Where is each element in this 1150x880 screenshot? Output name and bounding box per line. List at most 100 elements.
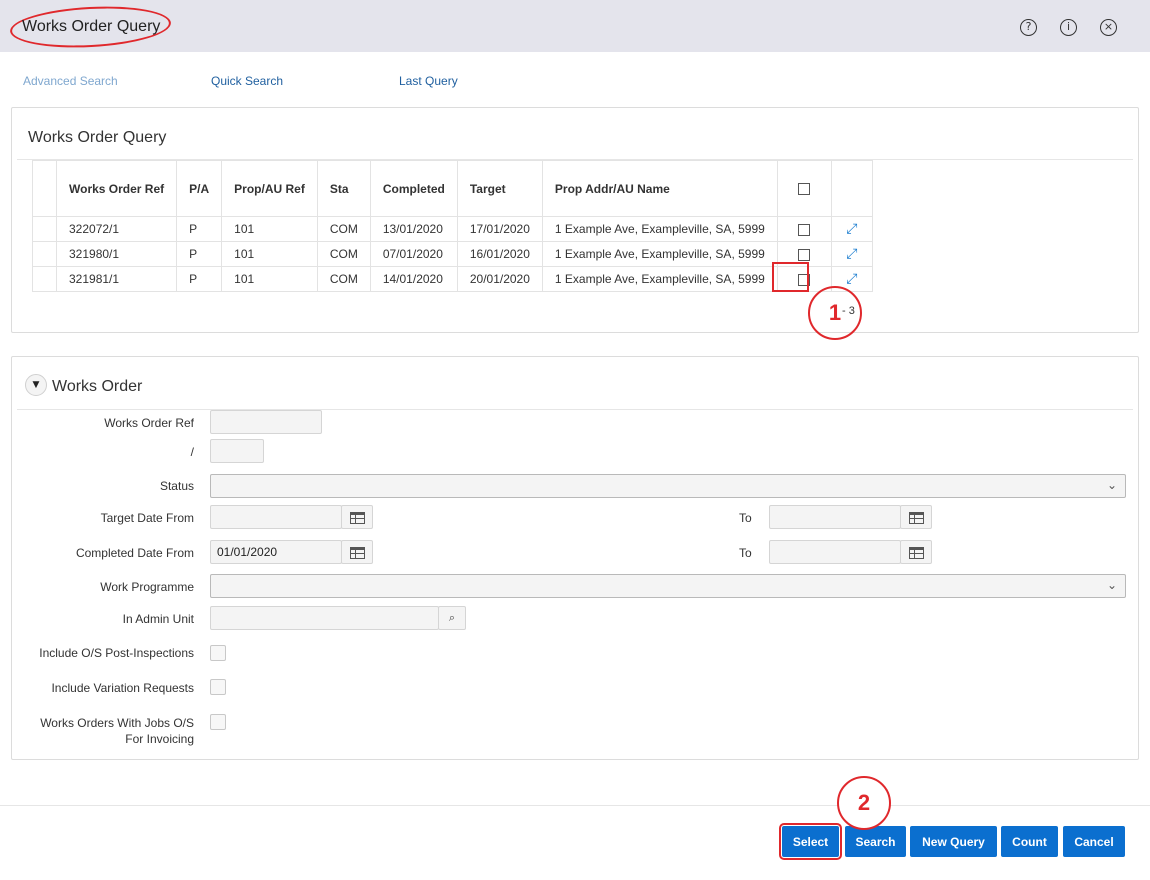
address-cell: 1 Example Ave, Exampleville, SA, 5999 (541, 216, 778, 242)
select-all-checkbox[interactable] (798, 183, 811, 196)
table-row[interactable]: 321980/1 P 101 COM 07/01/2020 16/01/2020… (32, 241, 873, 267)
results-title: Works Order Query (28, 129, 167, 146)
column-header[interactable]: Prop Addr/AU Name (541, 160, 778, 217)
admin-unit-lookup-button[interactable]: ⌕ (438, 606, 466, 630)
quick-search-link[interactable]: Quick Search (211, 74, 283, 88)
completed-date-from-label: Completed Date From (75, 546, 194, 560)
expand-icon[interactable]: ⤢ (846, 221, 857, 237)
column-header[interactable]: Works Order Ref (55, 160, 178, 217)
works-order-ref-input[interactable] (210, 410, 322, 434)
jobs-os-checkbox[interactable] (210, 714, 226, 730)
jobs-os-label: Works Orders With Jobs O/S (40, 716, 194, 730)
row-checkbox-cell (776, 216, 832, 242)
target-date-from-input[interactable] (210, 505, 342, 529)
jobs-os-label-line2: For Invoicing (125, 732, 194, 746)
chevron-down-icon: ⌄ (1106, 478, 1117, 492)
expand-icon[interactable]: ⤢ (846, 246, 857, 262)
expand-cell: ⤢ (830, 241, 873, 267)
completed-date-to-calendar-button[interactable] (900, 540, 932, 564)
pa-cell: P (176, 216, 223, 242)
suffix-input[interactable] (210, 439, 264, 463)
address-cell: 1 Example Ave, Exampleville, SA, 5999 (541, 266, 778, 292)
work-programme-label: Work Programme (100, 580, 194, 594)
results-table: Works Order Ref P/A Prop/AU Ref Sta Comp… (32, 160, 873, 292)
row-selector[interactable] (32, 266, 57, 292)
column-header[interactable]: Completed (369, 160, 458, 217)
lookup-icon: ⌕ (448, 611, 456, 624)
count-button[interactable]: Count (1001, 826, 1058, 857)
target-cell: 17/01/2020 (456, 216, 543, 242)
help-icon[interactable]: ? (1020, 19, 1037, 36)
target-to-label: To (739, 511, 752, 525)
row-checkbox[interactable] (798, 248, 811, 261)
chevron-down-icon: ⌄ (1106, 578, 1117, 592)
admin-unit-label: In Admin Unit (122, 612, 194, 626)
completed-cell: 14/01/2020 (369, 266, 458, 292)
work-programme-select[interactable]: ⌄ (210, 574, 1126, 598)
step1-annotation: 1 (808, 286, 862, 340)
include-os-checkbox[interactable] (210, 645, 226, 661)
column-header[interactable]: P/A (176, 160, 223, 217)
table-header-row: Works Order Ref P/A Prop/AU Ref Sta Comp… (32, 160, 873, 217)
new-query-button[interactable]: New Query (910, 826, 997, 857)
footer-divider (0, 805, 1150, 806)
works-order-ref-cell: 321981/1 (55, 266, 178, 292)
include-os-label: Include O/S Post-Inspections (39, 646, 194, 660)
target-date-to-calendar-button[interactable] (900, 505, 932, 529)
calendar-icon (350, 512, 365, 524)
step1-highlight-box (772, 262, 809, 292)
target-date-from-label: Target Date From (100, 511, 194, 525)
select-button[interactable]: Select (779, 823, 842, 860)
column-header[interactable]: Target (456, 160, 543, 217)
status-cell: COM (316, 216, 371, 242)
prop-ref-cell: 101 (221, 266, 318, 292)
status-label: Status (159, 479, 194, 493)
expand-icon[interactable]: ⤢ (846, 271, 857, 287)
column-header[interactable]: Prop/AU Ref (221, 160, 318, 217)
row-selector[interactable] (32, 241, 57, 267)
pa-cell: P (176, 266, 223, 292)
suffix-label: / (190, 445, 194, 459)
last-query-link[interactable]: Last Query (399, 74, 458, 88)
step2-annotation: 2 (837, 776, 891, 830)
target-cell: 16/01/2020 (456, 241, 543, 267)
calendar-icon (909, 547, 924, 559)
status-select[interactable]: ⌄ (210, 474, 1126, 498)
admin-unit-input[interactable] (210, 606, 439, 630)
table-row[interactable]: 321981/1 P 101 COM 14/01/2020 20/01/2020… (32, 266, 873, 292)
completed-date-to-input[interactable] (769, 540, 901, 564)
select-all-header (776, 160, 832, 217)
status-cell: COM (316, 266, 371, 292)
column-header[interactable]: Sta (316, 160, 371, 217)
address-cell: 1 Example Ave, Exampleville, SA, 5999 (541, 241, 778, 267)
completed-date-from-input[interactable]: 01/01/2020 (210, 540, 342, 564)
advanced-search-link[interactable]: Advanced Search (23, 74, 118, 88)
pa-cell: P (176, 241, 223, 267)
cancel-button[interactable]: Cancel (1063, 826, 1125, 857)
row-checkbox[interactable] (798, 223, 811, 236)
window-title: Works Order Query (22, 18, 161, 35)
works-order-ref-label: Works Order Ref (104, 416, 194, 430)
search-button[interactable]: Search (845, 826, 906, 857)
row-selector[interactable] (32, 216, 57, 242)
info-icon[interactable]: i (1060, 19, 1077, 36)
include-variation-label: Include Variation Requests (51, 681, 194, 695)
target-date-to-input[interactable] (769, 505, 901, 529)
completed-date-from-calendar-button[interactable] (341, 540, 373, 564)
prop-ref-cell: 101 (221, 241, 318, 267)
expand-header (830, 160, 873, 217)
calendar-icon (909, 512, 924, 524)
target-cell: 20/01/2020 (456, 266, 543, 292)
close-icon[interactable]: × (1100, 19, 1117, 36)
status-cell: COM (316, 241, 371, 267)
step1-number: 1 (828, 300, 842, 325)
collapse-toggle-icon[interactable]: ▼ (25, 374, 47, 396)
table-row[interactable]: 322072/1 P 101 COM 13/01/2020 17/01/2020… (32, 216, 873, 242)
expand-cell: ⤢ (830, 216, 873, 242)
step2-number: 2 (857, 790, 871, 815)
title-bar: Works Order Query ? i × (0, 0, 1150, 52)
include-variation-checkbox[interactable] (210, 679, 226, 695)
works-order-ref-cell: 322072/1 (55, 216, 178, 242)
completed-to-label: To (739, 546, 752, 560)
target-date-from-calendar-button[interactable] (341, 505, 373, 529)
